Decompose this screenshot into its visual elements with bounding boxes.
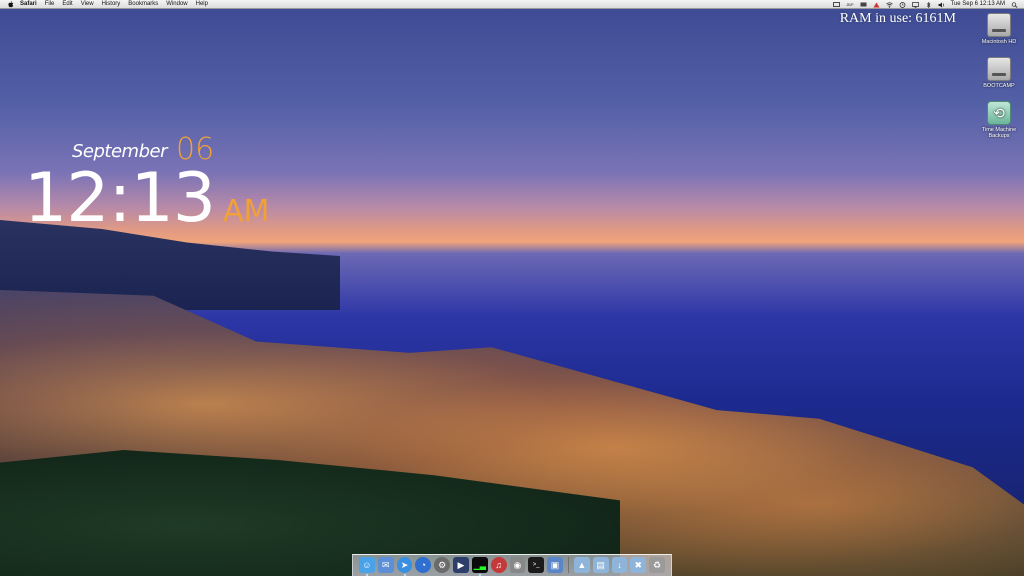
dock-separator bbox=[567, 557, 569, 573]
mail-icon[interactable]: ✉ bbox=[377, 557, 394, 573]
ram-usage-widget: RAM in use: 6161M bbox=[839, 11, 956, 26]
safari-icon[interactable]: ➤ bbox=[396, 557, 413, 576]
documents-folder-icon[interactable]: ▤ bbox=[592, 557, 609, 573]
activity-monitor-icon[interactable]: ▁▃ bbox=[471, 557, 488, 576]
menu-help[interactable]: Help bbox=[196, 0, 208, 9]
trash-icon[interactable]: ♻ bbox=[649, 557, 665, 573]
menu-clock[interactable]: Tue Sep 6 12:13 AM bbox=[951, 0, 1005, 9]
volume-icon[interactable] bbox=[938, 2, 945, 8]
system-preferences-icon[interactable]: ⚙ bbox=[434, 557, 451, 573]
desktop-icon-label: Time Machine Backups bbox=[981, 127, 1017, 139]
desktop-icon-time-machine[interactable]: ⟲ Time Machine Backups bbox=[974, 101, 1024, 139]
display-icon[interactable] bbox=[911, 1, 919, 8]
time-machine-icon: ⟲ bbox=[987, 101, 1011, 125]
desktop-icon-label: BOOTCAMP bbox=[983, 83, 1015, 89]
clock-time: 12:13 bbox=[24, 159, 216, 238]
menu-file[interactable]: File bbox=[45, 0, 55, 9]
wifi-icon[interactable] bbox=[885, 1, 893, 8]
spotlight-search-icon[interactable] bbox=[1011, 1, 1018, 8]
utilities-folder-icon[interactable]: ✖ bbox=[630, 557, 647, 573]
itunes-icon[interactable]: ♫ bbox=[490, 557, 507, 573]
desktop-icon-macintosh-hd[interactable]: Macintosh HD bbox=[974, 13, 1024, 45]
menu-history[interactable]: History bbox=[102, 0, 121, 9]
menu-window[interactable]: Window bbox=[166, 0, 187, 9]
desktop-icon-bootcamp[interactable]: BOOTCAMP bbox=[974, 57, 1024, 89]
hard-drive-icon bbox=[987, 13, 1011, 37]
terminal-icon[interactable]: >_ bbox=[528, 557, 545, 573]
dock: ☺ ✉ ➤ ◔ ⚙ ▶ ▁▃ ♫ ◉ >_ ▣ ▲ ▤ ↓ ✖ ♻ bbox=[352, 554, 672, 576]
finder-icon[interactable]: ☺ bbox=[359, 557, 375, 576]
quicktime-icon[interactable]: ▶ bbox=[453, 557, 469, 573]
screen-mirroring-icon[interactable] bbox=[833, 1, 841, 8]
applications-folder-icon[interactable]: ▲ bbox=[573, 557, 590, 573]
downloads-folder-icon[interactable]: ↓ bbox=[611, 557, 628, 573]
menu-bookmarks[interactable]: Bookmarks bbox=[128, 0, 158, 9]
time-machine-status-icon[interactable] bbox=[899, 1, 906, 8]
menu-edit[interactable]: Edit bbox=[62, 0, 72, 9]
disk-utility-icon[interactable]: ◉ bbox=[509, 557, 526, 573]
menu-view[interactable]: View bbox=[81, 0, 94, 9]
vpn-icon[interactable] bbox=[873, 2, 880, 8]
bluetooth-icon[interactable] bbox=[925, 1, 932, 8]
monitor-icon[interactable] bbox=[860, 2, 867, 8]
menu-app-name[interactable]: Safari bbox=[20, 0, 37, 9]
battery-status-text[interactable]: JBP bbox=[846, 2, 853, 7]
menu-bar: Safari File Edit View History Bookmarks … bbox=[0, 0, 1024, 9]
apple-logo-icon[interactable] bbox=[8, 0, 14, 8]
preview-icon[interactable]: ▣ bbox=[547, 557, 563, 573]
hard-drive-icon bbox=[987, 57, 1011, 81]
menu-extras: JBP Tue Sep 6 12:13 AM bbox=[833, 0, 1018, 9]
desktop-icon-label: Macintosh HD bbox=[981, 39, 1017, 45]
clock-ampm: AM bbox=[223, 194, 270, 229]
dashboard-icon[interactable]: ◔ bbox=[415, 557, 432, 573]
